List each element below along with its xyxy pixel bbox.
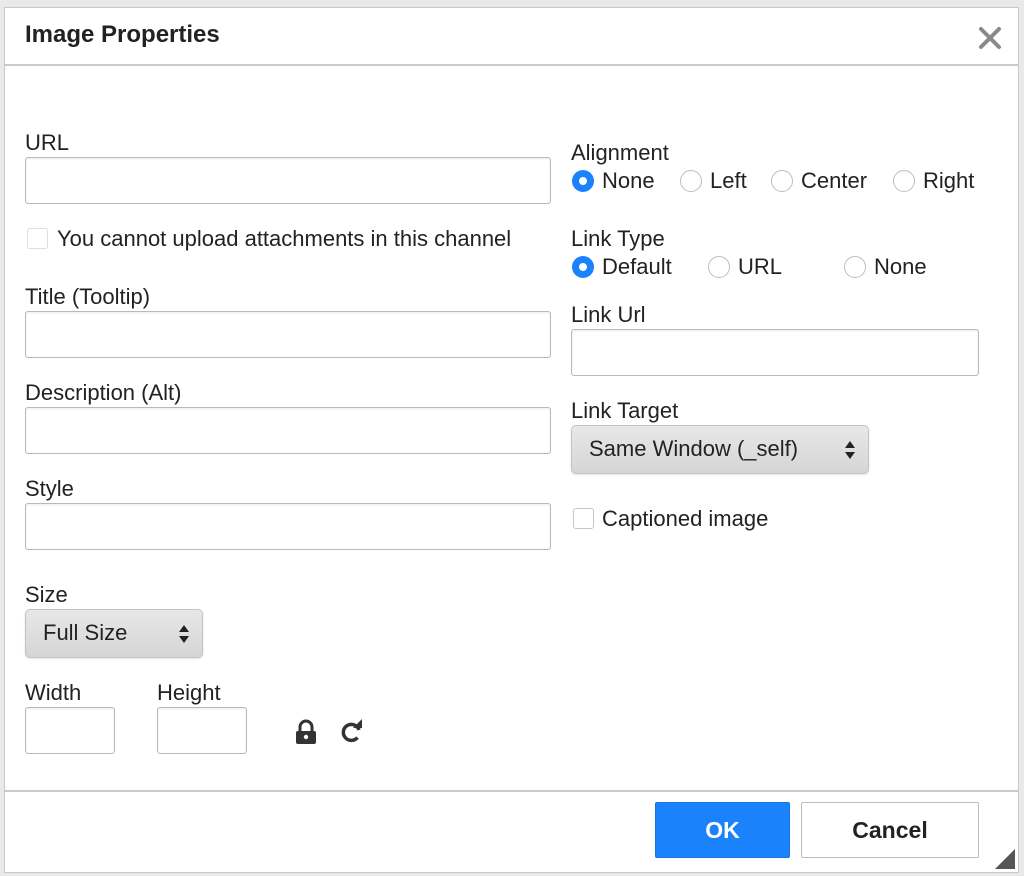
close-button[interactable] [976,24,1004,52]
alignment-radio-left[interactable] [680,170,702,192]
size-label: Size [25,582,68,607]
url-label: URL [25,130,70,155]
description-alt-label: Description (Alt) [25,380,182,405]
title-tooltip-input[interactable] [25,311,551,358]
link-target-select[interactable]: Same Window (_self) [571,425,869,474]
title-tooltip-label: Title (Tooltip) [25,284,151,309]
url-input[interactable] [25,157,551,204]
ok-button[interactable]: OK [655,802,790,858]
alignment-option-none: None [602,168,655,193]
select-arrows-icon [845,441,855,459]
link-url-input[interactable] [571,329,979,376]
link-type-option-none: None [874,254,927,279]
cancel-button[interactable]: Cancel [801,802,979,858]
link-type-radio-url[interactable] [708,256,730,278]
lock-icon [296,719,316,744]
height-label: Height [157,680,221,705]
upload-checkbox[interactable] [27,228,48,249]
alignment-option-left: Left [710,168,747,193]
upload-checkbox-label: You cannot upload attachments in this ch… [57,226,512,251]
size-select[interactable]: Full Size [25,609,203,658]
alignment-option-right: Right [923,168,975,193]
refresh-icon [341,719,362,743]
alignment-label: Alignment [571,140,669,165]
dialog-footer: OK Cancel [5,790,1018,872]
select-arrows-icon [179,625,189,643]
width-input[interactable] [25,707,115,754]
dialog-title: Image Properties [25,21,220,48]
style-label: Style [25,476,74,501]
height-input[interactable] [157,707,247,754]
close-icon [979,27,1001,49]
link-url-label: Link Url [571,302,646,327]
lock-ratio-button[interactable] [292,718,320,746]
captioned-image-checkbox[interactable] [573,508,594,529]
size-select-value: Full Size [43,620,128,645]
width-label: Width [25,680,82,705]
style-input[interactable] [25,503,551,550]
alignment-radio-none[interactable] [572,170,594,192]
reset-size-button[interactable] [338,718,366,746]
link-target-label: Link Target [571,398,679,423]
image-properties-dialog: Image Properties URL You cannot upload a… [4,7,1019,873]
resize-grip-icon[interactable] [993,847,1015,869]
link-type-label: Link Type [571,226,665,251]
link-type-radio-default[interactable] [572,256,594,278]
link-type-option-default: Default [602,254,672,279]
alignment-radio-right[interactable] [893,170,915,192]
link-type-radio-none[interactable] [844,256,866,278]
alignment-radio-center[interactable] [771,170,793,192]
captioned-image-label: Captioned image [602,506,769,531]
dialog-titlebar: Image Properties [5,8,1018,66]
description-alt-input[interactable] [25,407,551,454]
link-type-option-url: URL [738,254,783,279]
alignment-option-center: Center [801,168,868,193]
link-target-select-value: Same Window (_self) [589,436,799,461]
